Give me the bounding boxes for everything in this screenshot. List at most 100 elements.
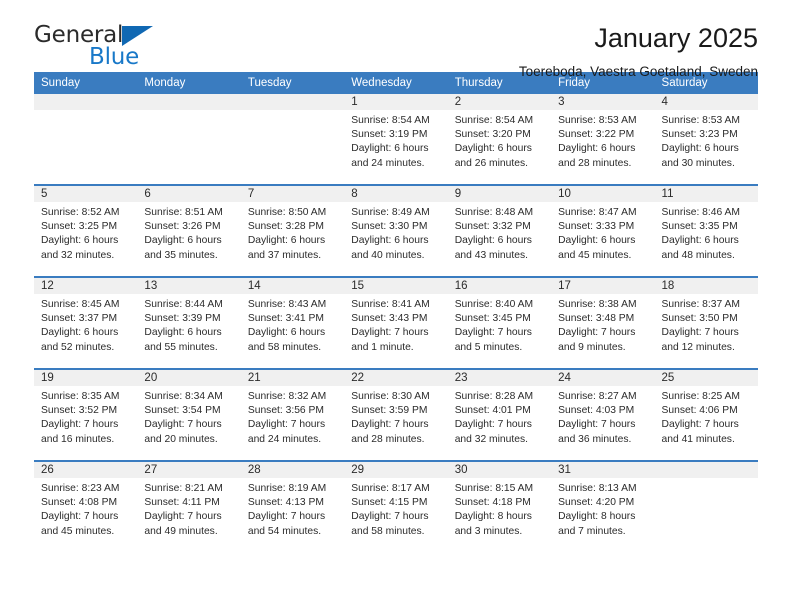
sunset-time: Sunset: 3:59 PM bbox=[351, 405, 428, 417]
day-details: Sunrise: 8:37 AM Sunset: 3:50 PM Daylight:… bbox=[655, 294, 758, 355]
day-number: 7 bbox=[240, 186, 345, 202]
sunset-time: Sunset: 4:08 PM bbox=[41, 497, 118, 509]
sunrise-time: Sunrise: 8:44 AM bbox=[144, 299, 223, 310]
sunrise-time: Sunrise: 8:45 AM bbox=[41, 299, 120, 310]
daylight-duration-line2: and 28 minutes. bbox=[558, 157, 632, 169]
daylight-duration-line1: Daylight: 6 hours bbox=[144, 327, 222, 339]
weekday-header-monday: Monday bbox=[137, 72, 241, 94]
calendar-day-cell[interactable]: 28 Sunrise: 8:19 AM Sunset: 4:13 PM Dayligh… bbox=[240, 460, 345, 552]
daylight-duration-line2: and 32 minutes. bbox=[41, 249, 115, 261]
sunset-time: Sunset: 3:28 PM bbox=[247, 221, 324, 233]
calendar-day-cell[interactable]: 18 Sunrise: 8:37 AM Sunset: 3:50 PM Dayligh… bbox=[654, 276, 758, 369]
day-number: 27 bbox=[137, 462, 241, 478]
day-details: Sunrise: 8:53 AM Sunset: 3:22 PM Daylight:… bbox=[551, 110, 654, 171]
sunset-time: Sunset: 3:52 PM bbox=[41, 405, 118, 417]
calendar-day-cell[interactable]: 3 Sunrise: 8:53 AM Sunset: 3:22 PM Daylight… bbox=[551, 94, 655, 185]
day-number: 2 bbox=[447, 94, 552, 110]
day-details: Sunrise: 8:21 AM Sunset: 4:11 PM Daylight:… bbox=[137, 478, 240, 539]
calendar-day-cell[interactable]: 22 Sunrise: 8:30 AM Sunset: 3:59 PM Dayligh… bbox=[344, 368, 448, 461]
daylight-duration-line1: Daylight: 6 hours bbox=[144, 235, 222, 247]
day-number: 31 bbox=[551, 462, 655, 478]
daylight-duration-line1: Daylight: 7 hours bbox=[661, 327, 739, 339]
calendar-day-cell[interactable]: 31 Sunrise: 8:13 AM Sunset: 4:20 PM Dayligh… bbox=[551, 460, 655, 552]
sunrise-time: Sunrise: 8:53 AM bbox=[661, 115, 740, 126]
calendar-day-cell[interactable]: 21 Sunrise: 8:32 AM Sunset: 3:56 PM Dayligh… bbox=[240, 368, 345, 461]
calendar-day-cell[interactable]: 10 Sunrise: 8:47 AM Sunset: 3:33 PM Dayligh… bbox=[551, 184, 655, 277]
sunrise-time: Sunrise: 8:19 AM bbox=[247, 483, 327, 494]
day-details: Sunrise: 8:13 AM Sunset: 4:20 PM Daylight:… bbox=[551, 478, 654, 539]
daylight-duration-line1: Daylight: 7 hours bbox=[144, 419, 222, 431]
daylight-duration-line2: and 24 minutes. bbox=[351, 157, 425, 169]
calendar-day-cell[interactable]: 16 Sunrise: 8:40 AM Sunset: 3:45 PM Dayligh… bbox=[447, 276, 552, 369]
calendar-day-cell[interactable]: 5 Sunrise: 8:52 AM Sunset: 3:25 PM Daylight… bbox=[34, 184, 138, 277]
day-details: Sunrise: 8:25 AM Sunset: 4:06 PM Daylight:… bbox=[655, 386, 758, 447]
calendar-day-cell[interactable]: 17 Sunrise: 8:38 AM Sunset: 3:48 PM Dayligh… bbox=[551, 276, 655, 369]
page-subtitle: Toereboda, Vaestra Goetaland, Sweden bbox=[518, 64, 758, 79]
calendar-day-cell[interactable]: 7 Sunrise: 8:50 AM Sunset: 3:28 PM Daylight… bbox=[240, 184, 345, 277]
sunrise-time: Sunrise: 8:23 AM bbox=[41, 483, 120, 494]
calendar-day-cell[interactable]: 1 Sunrise: 8:54 AM Sunset: 3:19 PM Daylight… bbox=[344, 94, 448, 185]
daylight-duration-line1: Daylight: 6 hours bbox=[41, 327, 119, 339]
calendar-day-cell[interactable]: 25 Sunrise: 8:25 AM Sunset: 4:06 PM Dayligh… bbox=[654, 368, 758, 461]
calendar-day-cell[interactable]: 24 Sunrise: 8:27 AM Sunset: 4:03 PM Dayligh… bbox=[551, 368, 655, 461]
calendar-day-cell[interactable]: 4 Sunrise: 8:53 AM Sunset: 3:23 PM Daylight… bbox=[654, 94, 758, 185]
daylight-duration-line1: Daylight: 6 hours bbox=[661, 235, 739, 247]
calendar-day-cell[interactable]: 12 Sunrise: 8:45 AM Sunset: 3:37 PM Dayligh… bbox=[34, 276, 138, 369]
calendar-day-cell[interactable]: 11 Sunrise: 8:46 AM Sunset: 3:35 PM Dayligh… bbox=[654, 184, 758, 277]
day-number bbox=[34, 94, 138, 110]
daylight-duration-line2: and 41 minutes. bbox=[661, 433, 735, 445]
daylight-duration-line2: and 48 minutes. bbox=[661, 249, 735, 261]
day-number: 3 bbox=[551, 94, 655, 110]
day-details: Sunrise: 8:48 AM Sunset: 3:32 PM Daylight:… bbox=[448, 202, 551, 263]
day-details: Sunrise: 8:43 AM Sunset: 3:41 PM Daylight:… bbox=[241, 294, 344, 355]
sunset-time: Sunset: 3:43 PM bbox=[351, 313, 428, 325]
sunrise-time: Sunrise: 8:13 AM bbox=[558, 483, 637, 494]
day-number: 5 bbox=[34, 186, 138, 202]
day-details: Sunrise: 8:46 AM Sunset: 3:35 PM Daylight:… bbox=[655, 202, 758, 263]
sunset-time: Sunset: 4:06 PM bbox=[661, 405, 738, 417]
daylight-duration-line1: Daylight: 7 hours bbox=[661, 419, 739, 431]
calendar-day-cell[interactable]: 23 Sunrise: 8:28 AM Sunset: 4:01 PM Dayligh… bbox=[447, 368, 552, 461]
calendar-day-cell[interactable]: 20 Sunrise: 8:34 AM Sunset: 3:54 PM Dayligh… bbox=[137, 368, 241, 461]
daylight-duration-line1: Daylight: 7 hours bbox=[144, 511, 222, 523]
daylight-duration-line1: Daylight: 8 hours bbox=[454, 511, 532, 523]
sunrise-time: Sunrise: 8:52 AM bbox=[41, 207, 120, 218]
calendar-body: 1 Sunrise: 8:54 AM Sunset: 3:19 PM Daylight… bbox=[34, 94, 758, 552]
daylight-duration-line2: and 20 minutes. bbox=[144, 433, 218, 445]
calendar-day-cell[interactable]: 14 Sunrise: 8:43 AM Sunset: 3:41 PM Dayligh… bbox=[240, 276, 345, 369]
sunset-time: Sunset: 3:23 PM bbox=[661, 129, 738, 141]
calendar-day-cell[interactable]: 26 Sunrise: 8:23 AM Sunset: 4:08 PM Dayligh… bbox=[34, 460, 138, 552]
day-number bbox=[137, 94, 241, 110]
calendar-day-cell[interactable]: 2 Sunrise: 8:54 AM Sunset: 3:20 PM Daylight… bbox=[447, 94, 552, 185]
sunset-time: Sunset: 3:48 PM bbox=[558, 313, 635, 325]
daylight-duration-line2: and 26 minutes. bbox=[454, 157, 528, 169]
calendar-day-cell[interactable]: 27 Sunrise: 8:21 AM Sunset: 4:11 PM Dayligh… bbox=[137, 460, 241, 552]
sunset-time: Sunset: 3:41 PM bbox=[247, 313, 324, 325]
calendar-day-cell[interactable]: 30 Sunrise: 8:15 AM Sunset: 4:18 PM Dayligh… bbox=[447, 460, 552, 552]
day-number: 4 bbox=[654, 94, 758, 110]
calendar-page: General Blue January 2025 Toereboda, Vae… bbox=[0, 0, 792, 612]
daylight-duration-line2: and 37 minutes. bbox=[247, 249, 322, 261]
sunrise-time: Sunrise: 8:54 AM bbox=[351, 115, 430, 126]
weekday-header-wednesday: Wednesday bbox=[344, 72, 448, 94]
day-number: 12 bbox=[34, 278, 138, 294]
sunrise-time: Sunrise: 8:49 AM bbox=[351, 207, 430, 218]
daylight-duration-line2: and 1 minute. bbox=[351, 341, 414, 353]
sunrise-time: Sunrise: 8:35 AM bbox=[41, 391, 120, 402]
daylight-duration-line2: and 40 minutes. bbox=[351, 249, 425, 261]
sunset-time: Sunset: 4:18 PM bbox=[454, 497, 531, 509]
calendar-day-cell[interactable]: 9 Sunrise: 8:48 AM Sunset: 3:32 PM Daylight… bbox=[447, 184, 552, 277]
calendar-day-cell[interactable]: 29 Sunrise: 8:17 AM Sunset: 4:15 PM Dayligh… bbox=[344, 460, 448, 552]
day-number: 22 bbox=[344, 370, 448, 386]
day-number: 10 bbox=[551, 186, 655, 202]
calendar-day-cell[interactable]: 6 Sunrise: 8:51 AM Sunset: 3:26 PM Daylight… bbox=[137, 184, 241, 277]
sunrise-time: Sunrise: 8:41 AM bbox=[351, 299, 430, 310]
calendar-day-cell[interactable]: 13 Sunrise: 8:44 AM Sunset: 3:39 PM Dayligh… bbox=[137, 276, 241, 369]
calendar-day-cell[interactable]: 15 Sunrise: 8:41 AM Sunset: 3:43 PM Dayligh… bbox=[344, 276, 448, 369]
page-header: General Blue January 2025 Toereboda, Vae… bbox=[34, 0, 758, 79]
sunrise-time: Sunrise: 8:15 AM bbox=[454, 483, 534, 494]
calendar-day-cell[interactable]: 19 Sunrise: 8:35 AM Sunset: 3:52 PM Dayligh… bbox=[34, 368, 138, 461]
sunset-time: Sunset: 4:03 PM bbox=[558, 405, 635, 417]
weekday-header-sunday: Sunday bbox=[34, 72, 138, 94]
calendar-day-cell[interactable]: 8 Sunrise: 8:49 AM Sunset: 3:30 PM Daylight… bbox=[344, 184, 448, 277]
